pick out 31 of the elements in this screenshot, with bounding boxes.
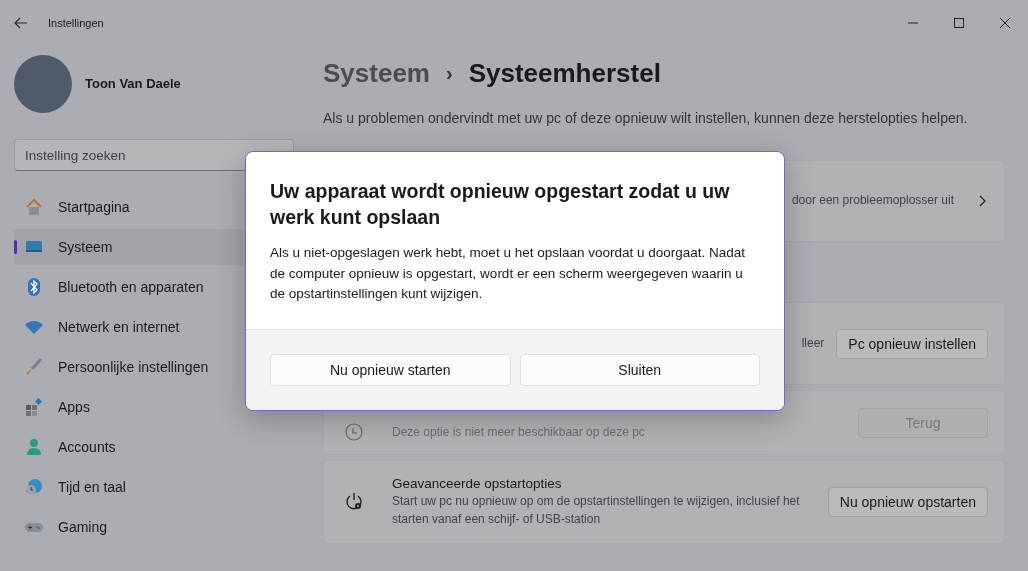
power-gear-icon (344, 492, 364, 512)
dialog-button[interactable]: Sluiten (519, 354, 760, 387)
card-button[interactable]: Pc opnieuw instellen (836, 328, 988, 359)
nav-item[interactable]: Gaming (14, 509, 294, 545)
home-icon (24, 197, 44, 217)
history-clock-icon (344, 422, 364, 442)
dialog-button[interactable]: Nu opnieuw starten (270, 354, 511, 387)
breadcrumb-parent[interactable]: Systeem (323, 57, 430, 89)
page-title: Systeemherstel (468, 57, 661, 89)
breadcrumb-separator: › (445, 61, 453, 85)
window-title: Instellingen (48, 17, 104, 29)
user-name: Toon Van Daele (85, 76, 181, 91)
card-description: door een probleemoplosser uit (791, 192, 954, 210)
card-button[interactable]: Nu opnieuw opstarten (827, 487, 988, 517)
dialog-title: Uw apparaat wordt opnieuw opgestart zodat u uw werk kunt opslaan (270, 179, 731, 231)
back-arrow-icon[interactable] (14, 16, 28, 30)
clock-icon (24, 477, 44, 497)
nav-item[interactable]: Accounts (14, 429, 294, 465)
nav-item[interactable]: Apps (14, 389, 294, 425)
search-field[interactable]: Instelling zoeken (14, 139, 294, 171)
nav-item[interactable]: Tijd en taal (14, 469, 294, 505)
card-description: Start uw pc nu opnieuw op om de opstartinstellingen te wijzigen, inclusief het starten vanaf een schijf- of USB-station (392, 493, 801, 528)
selection-indicator (14, 240, 17, 254)
nav-item[interactable]: Netwerk en internet (14, 309, 294, 345)
person-icon (24, 437, 44, 457)
page-description: Als u problemen ondervindt met uw pc of deze opnieuw wilt instellen, kunnen deze herstelopties helpen. (323, 110, 969, 126)
card-description: lleer (801, 334, 825, 352)
brush-icon (24, 357, 44, 377)
card-description: Deze optie is niet meer beschikbaar op deze pc (392, 423, 646, 441)
apps-icon (24, 397, 44, 417)
card-title: Geavanceerde opstartopties (392, 476, 563, 492)
